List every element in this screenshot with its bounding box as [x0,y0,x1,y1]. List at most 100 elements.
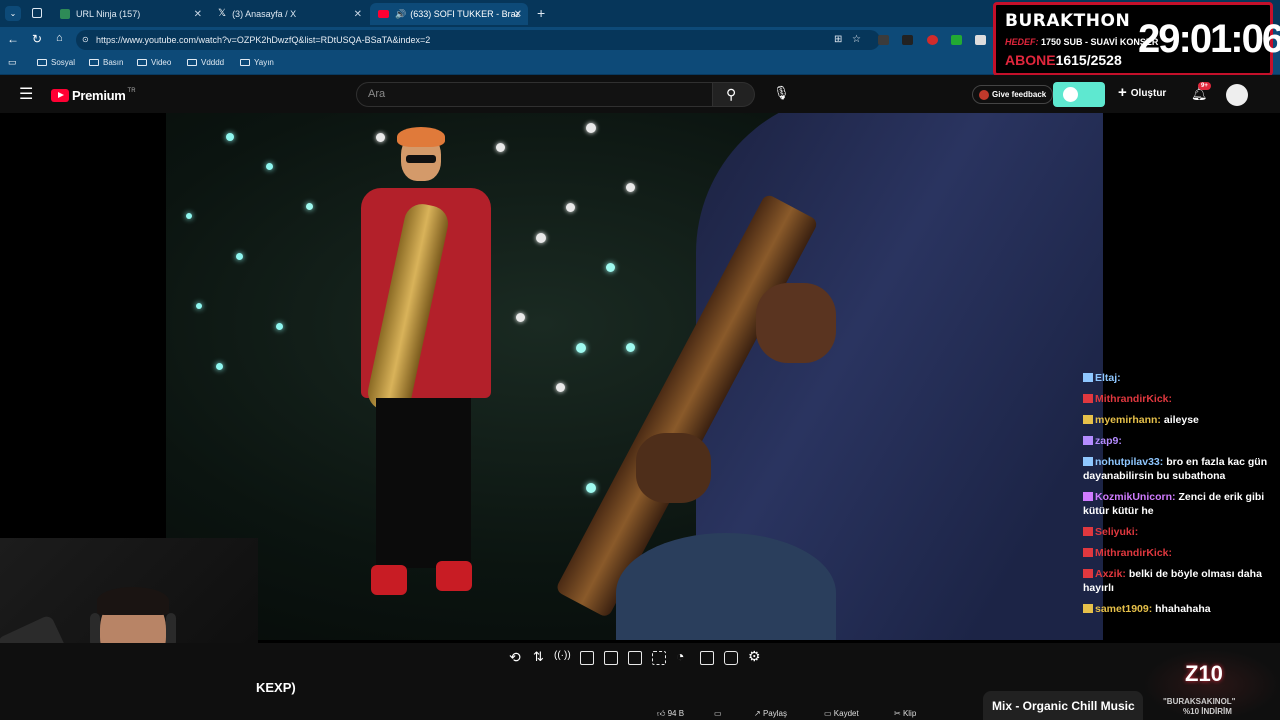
extension-icon[interactable] [878,35,889,45]
like-button[interactable]: 👍︎ 94 B [657,709,684,719]
sub-count-line: ABONE1615/2528 [1005,52,1122,68]
goal-line: HEDEF: 1750 SUB - SUAVİ KONSER [1005,37,1158,47]
goal-prefix: HEDEF: [1005,37,1039,47]
refresh-icon[interactable]: ↻ [32,32,42,46]
bookmark-folder-basin[interactable]: Basın [89,58,123,67]
chat-message: myemirhann: aileyse [1083,413,1277,427]
chat-message: KozmikUnicorn: Zenci de erik gibi kütür … [1083,490,1277,518]
clapper-icon[interactable] [604,651,618,665]
close-tab-icon[interactable]: ✕ [194,9,202,20]
tab-x-home[interactable]: 𝕏 (3) Anasayfa / X ✕ [210,3,368,25]
bookmark-folder-yayin[interactable]: Yayın [240,58,274,67]
tab-list-dropdown-icon[interactable]: ⌄ [5,6,21,21]
chat-username: MithrandirKick: [1095,393,1173,405]
folder-icon [187,59,197,66]
bookmark-folder-sosyal[interactable]: Sosyal [37,58,75,67]
search-placeholder: Ara [368,88,386,100]
settings-gear-icon[interactable]: ⚙ [748,648,761,665]
tab-url-ninja[interactable]: URL Ninja (157) ✕ [52,3,208,25]
preview-icon[interactable] [580,651,594,665]
speed-gauge-icon[interactable]: ◔ [676,648,684,664]
notification-badge: 9+ [1198,82,1211,90]
youtube-logo[interactable]: Premium TR [51,88,136,103]
extension-icon[interactable] [951,35,962,45]
loop-icon[interactable]: ⟲ [509,649,521,666]
extension-toggle-button[interactable] [1053,82,1105,107]
bookmark-folder-video[interactable]: Video [137,58,171,67]
chat-username: Seliyuki: [1095,526,1139,538]
search-input[interactable]: Ara [356,82,713,107]
chat-message: MithrandirKick: [1083,392,1277,406]
site-info-icon[interactable]: ⊙ [82,30,89,50]
add-screenshot-icon[interactable] [700,651,714,665]
clip-button[interactable]: ✂ Klip [894,709,916,718]
extension-icon[interactable] [902,35,913,45]
share-button[interactable]: ↗ Paylaş [754,709,787,718]
extension-icon[interactable] [927,35,938,45]
sub-count: 1615/2528 [1055,52,1122,68]
close-tab-icon[interactable]: ✕ [514,9,522,20]
tab-title: (633) SOFI TUKKER - Brazilian [410,9,521,19]
save-button[interactable]: ▭ Kaydet [824,709,859,718]
chat-text: aileyse [1163,414,1199,426]
feedback-label: Give feedback [992,90,1047,99]
bookmark-label: Video [151,58,172,67]
notifications-button[interactable]: 🔔︎ 9+ [1191,82,1211,102]
dislike-button[interactable]: ▭ [714,709,722,718]
mix-playlist-header[interactable]: Mix - Organic Chill Music [983,691,1143,720]
create-button[interactable]: + Oluştur [1118,85,1167,100]
chat-message: zap9: [1083,434,1277,448]
chat-badge-icon [1083,569,1093,578]
create-label: Oluştur [1130,87,1167,99]
chat-username: KozmikUnicorn: [1095,491,1176,503]
sub-prefix: ABONE [1005,52,1056,68]
bookmark-folder-vdddd[interactable]: Vdddd [187,58,224,67]
promo-discount: %10 İNDİRİM [1183,707,1232,716]
like-count: 94 B [667,709,685,718]
new-tab-button[interactable]: + [537,5,545,21]
url-field[interactable]: ⊙ https://www.youtube.com/watch?v=OZPK2h… [76,30,880,50]
extension-icon[interactable] [975,35,986,45]
feedback-icon [979,89,989,100]
promo-code: "BURAKSAKINOL" [1163,697,1236,706]
resize-icon[interactable] [628,651,642,665]
give-feedback-button[interactable]: Give feedback [972,85,1054,104]
chat-badge-icon [1083,373,1093,382]
folder-save-icon: ▭ [714,709,722,718]
menu-hamburger-icon[interactable]: ☰ [19,84,33,104]
chat-text: hhahahaha [1155,603,1211,615]
chat-message: Axzik: belki de böyle olması daha hayırl… [1083,567,1277,595]
sort-icon[interactable]: ⇅ [533,649,544,665]
apps-icon[interactable]: ⊞ [834,30,842,50]
youtube-favicon-icon [378,10,389,18]
reading-list-icon[interactable]: ▭ [8,57,17,68]
chat-username: samet1909: [1095,603,1153,615]
x-logo-icon: 𝕏 [218,8,227,19]
broadcast-icon[interactable]: ((·)) [554,650,571,661]
avatar[interactable] [1226,84,1248,106]
share-label: Paylaş [762,709,787,718]
overlay-name: BURAKTHON [1005,11,1131,31]
tab-youtube-active[interactable]: 🔊 (633) SOFI TUKKER - Brazilian ✕ [370,3,528,25]
search-button[interactable]: ⚲ [713,82,755,107]
speaker-icon[interactable]: 🔊 [395,9,406,20]
close-tab-icon[interactable]: ✕ [354,9,362,20]
back-arrow-icon[interactable]: ← [7,32,19,46]
youtube-header: ☰ Premium TR Ara ⚲ 🎙 Give feedback + Olu… [0,75,1280,113]
theater-icon[interactable] [652,651,666,665]
chat-badge-icon [1083,436,1093,445]
chat-message: samet1909: hhahahaha [1083,602,1277,616]
video-title-fragment: KEXP) [256,680,296,695]
tab-title: URL Ninja (157) [76,9,141,19]
chat-message: Seliyuki: [1083,525,1277,539]
home-icon[interactable]: ⌂ [56,32,63,44]
microphone-icon[interactable]: 🎙 [773,85,790,101]
bookmark-star-icon[interactable]: ☆ [852,30,861,50]
folder-icon [240,59,250,66]
camera-icon[interactable] [724,651,738,665]
premium-label: Premium [72,88,126,103]
player-controls: ⟲ ⇅ ((·)) ◔ ⚙ KEXP) 👍︎ 94 B ▭ ↗ Paylaş ▭… [0,643,1280,720]
workspaces-icon[interactable] [32,8,42,18]
subathon-overlay: BURAKTHON HEDEF: 1750 SUB - SUAVİ KONSER… [993,2,1280,76]
chat-message: Eltaj: [1083,371,1277,385]
